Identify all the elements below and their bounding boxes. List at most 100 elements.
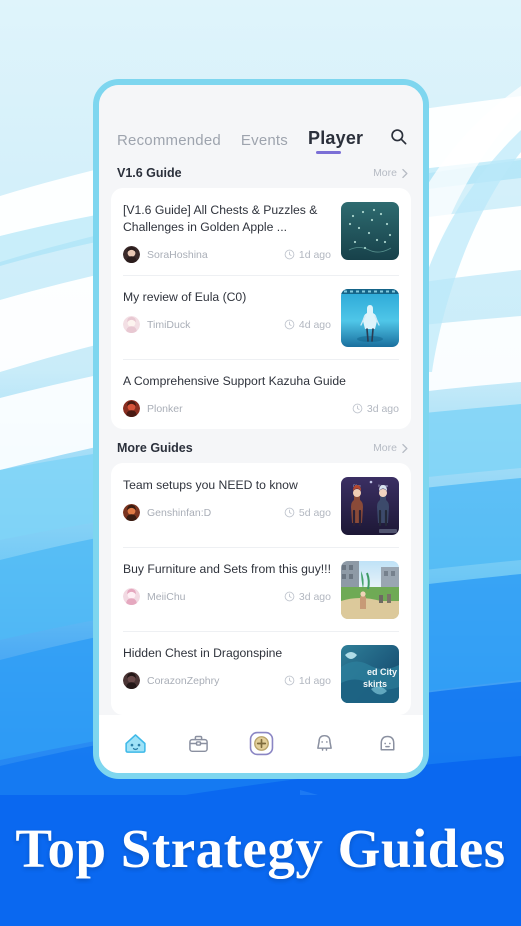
- nav-item-post[interactable]: [239, 725, 283, 761]
- avatar-image: [123, 246, 140, 263]
- thumbnail-furniture-village: [341, 561, 399, 619]
- timestamp-label: 1d ago: [298, 674, 331, 687]
- avatar: [123, 588, 140, 605]
- thumbnail-dragonspine-map: ed City skirts: [341, 645, 399, 703]
- avatar: [123, 246, 140, 263]
- tab-recommended[interactable]: Recommended: [117, 132, 221, 154]
- guide-item-content: A Comprehensive Support Kazuha Guide Plo…: [123, 373, 399, 417]
- section-more-button[interactable]: More: [373, 167, 409, 179]
- tab-player[interactable]: Player: [308, 128, 363, 154]
- section-more-label: More: [373, 442, 397, 454]
- guide-list-item[interactable]: My review of Eula (C0) TimiDuck 4d ago: [111, 275, 411, 359]
- guide-title: My review of Eula (C0): [123, 290, 247, 304]
- guide-title: A Comprehensive Support Kazuha Guide: [123, 374, 346, 388]
- author-name: SoraHoshina: [147, 248, 208, 261]
- guide-author[interactable]: TimiDuck: [123, 316, 190, 333]
- clock-icon: [284, 507, 295, 518]
- home-indicator: [207, 773, 315, 778]
- search-button[interactable]: [389, 127, 408, 154]
- author-name: MeiiChu: [147, 590, 186, 603]
- timestamp-label: 5d ago: [298, 506, 331, 519]
- guide-list-item[interactable]: Team setups you NEED to know Genshinfan:…: [111, 463, 411, 547]
- guide-timestamp: 1d ago: [284, 249, 331, 261]
- guide-author[interactable]: Genshinfan:D: [123, 504, 211, 521]
- section-header: More Guides More: [99, 429, 423, 463]
- svg-text:skirts: skirts: [363, 679, 387, 689]
- clock-icon: [352, 403, 363, 414]
- toolbox-icon: [188, 735, 208, 752]
- guide-timestamp: 5d ago: [284, 507, 331, 519]
- guide-author[interactable]: MeiiChu: [123, 588, 186, 605]
- guide-list-item[interactable]: A Comprehensive Support Kazuha Guide Plo…: [111, 359, 411, 429]
- avatar: [123, 400, 140, 417]
- author-name: Genshinfan:D: [147, 506, 212, 519]
- bottom-nav-bar: [99, 715, 423, 761]
- nav-item-toolbox[interactable]: [176, 725, 220, 761]
- timestamp-label: 1d ago: [298, 248, 331, 261]
- add-plus-icon: [249, 731, 273, 755]
- promo-banner: Top Strategy Guides: [0, 795, 521, 926]
- guide-thumbnail[interactable]: [341, 289, 399, 347]
- active-tab-underline: [315, 151, 342, 154]
- tab-events-label: Events: [240, 132, 288, 149]
- timestamp-label: 4d ago: [298, 318, 331, 331]
- thumbnail-golden-apple-archipelago: [341, 202, 399, 260]
- author-name: CorazonZephry: [147, 674, 220, 687]
- guide-timestamp: 4d ago: [284, 319, 331, 331]
- author-name: Plonker: [147, 402, 183, 415]
- guide-author[interactable]: CorazonZephry: [123, 672, 219, 689]
- guide-timestamp: 1d ago: [284, 675, 331, 687]
- guide-meta: Genshinfan:D 5d ago: [123, 504, 331, 521]
- guide-title: Buy Furniture and Sets from this guy!!!: [123, 562, 331, 576]
- section-more-label: More: [373, 167, 397, 179]
- author-name: TimiDuck: [147, 318, 191, 331]
- guide-sections: V1.6 Guide More [V1.6 Guide] All Chests …: [99, 154, 423, 715]
- home-indicator-area: [99, 761, 423, 778]
- slime-home-icon: [124, 733, 146, 753]
- avatar-image: [123, 672, 140, 689]
- nav-item-home[interactable]: [113, 725, 157, 761]
- guide-list-item[interactable]: Hidden Chest in Dragonspine CorazonZephr…: [111, 631, 411, 715]
- chevron-right-icon: [402, 168, 408, 178]
- avatar-image: [123, 316, 140, 333]
- guide-meta: TimiDuck 4d ago: [123, 316, 331, 333]
- guide-author[interactable]: SoraHoshina: [123, 246, 208, 263]
- guide-timestamp: 3d ago: [284, 591, 331, 603]
- guide-list-item[interactable]: [V1.6 Guide] All Chests & Puzzles & Chal…: [111, 188, 411, 275]
- thumbnail-eula-character: [341, 289, 399, 347]
- clock-icon: [284, 675, 295, 686]
- guide-list-item[interactable]: Buy Furniture and Sets from this guy!!! …: [111, 547, 411, 631]
- ghost-profile-icon: [380, 735, 394, 750]
- clock-icon: [284, 591, 295, 602]
- svg-text:ed City: ed City: [367, 667, 397, 677]
- timestamp-label: 3d ago: [366, 402, 399, 415]
- guide-thumbnail[interactable]: Diluc Kaeya: [341, 477, 399, 535]
- phone-mockup: Recommended Events Player V1.6 Guide Mor…: [93, 79, 429, 779]
- bell-icon: [316, 734, 332, 751]
- guide-meta: Plonker 3d ago: [123, 400, 399, 417]
- avatar-image: [123, 588, 140, 605]
- guide-item-content: Team setups you NEED to know Genshinfan:…: [123, 477, 331, 521]
- guide-title: [V1.6 Guide] All Chests & Puzzles & Chal…: [123, 203, 318, 234]
- guide-thumbnail[interactable]: ed City skirts: [341, 645, 399, 703]
- nav-item-profile[interactable]: [365, 725, 409, 761]
- guide-meta: MeiiChu 3d ago: [123, 588, 331, 605]
- app-screen: Recommended Events Player V1.6 Guide Mor…: [99, 85, 423, 773]
- guide-meta: SoraHoshina 1d ago: [123, 246, 331, 263]
- nav-item-notifications[interactable]: [302, 725, 346, 761]
- chevron-right-icon: [402, 443, 408, 453]
- guide-item-content: Hidden Chest in Dragonspine CorazonZephr…: [123, 645, 331, 689]
- clock-icon: [284, 319, 295, 330]
- avatar-image: [123, 400, 140, 417]
- guide-author[interactable]: Plonker: [123, 400, 183, 417]
- guide-thumbnail[interactable]: [341, 202, 399, 260]
- guide-card: [V1.6 Guide] All Chests & Puzzles & Chal…: [111, 188, 411, 429]
- guide-title: Hidden Chest in Dragonspine: [123, 646, 283, 660]
- guide-item-content: My review of Eula (C0) TimiDuck 4d ago: [123, 289, 331, 333]
- timestamp-label: 3d ago: [298, 590, 331, 603]
- guide-thumbnail[interactable]: [341, 561, 399, 619]
- avatar-image: [123, 504, 140, 521]
- section-more-button[interactable]: More: [373, 442, 409, 454]
- guide-title: Team setups you NEED to know: [123, 478, 298, 492]
- tab-events[interactable]: Events: [241, 132, 288, 154]
